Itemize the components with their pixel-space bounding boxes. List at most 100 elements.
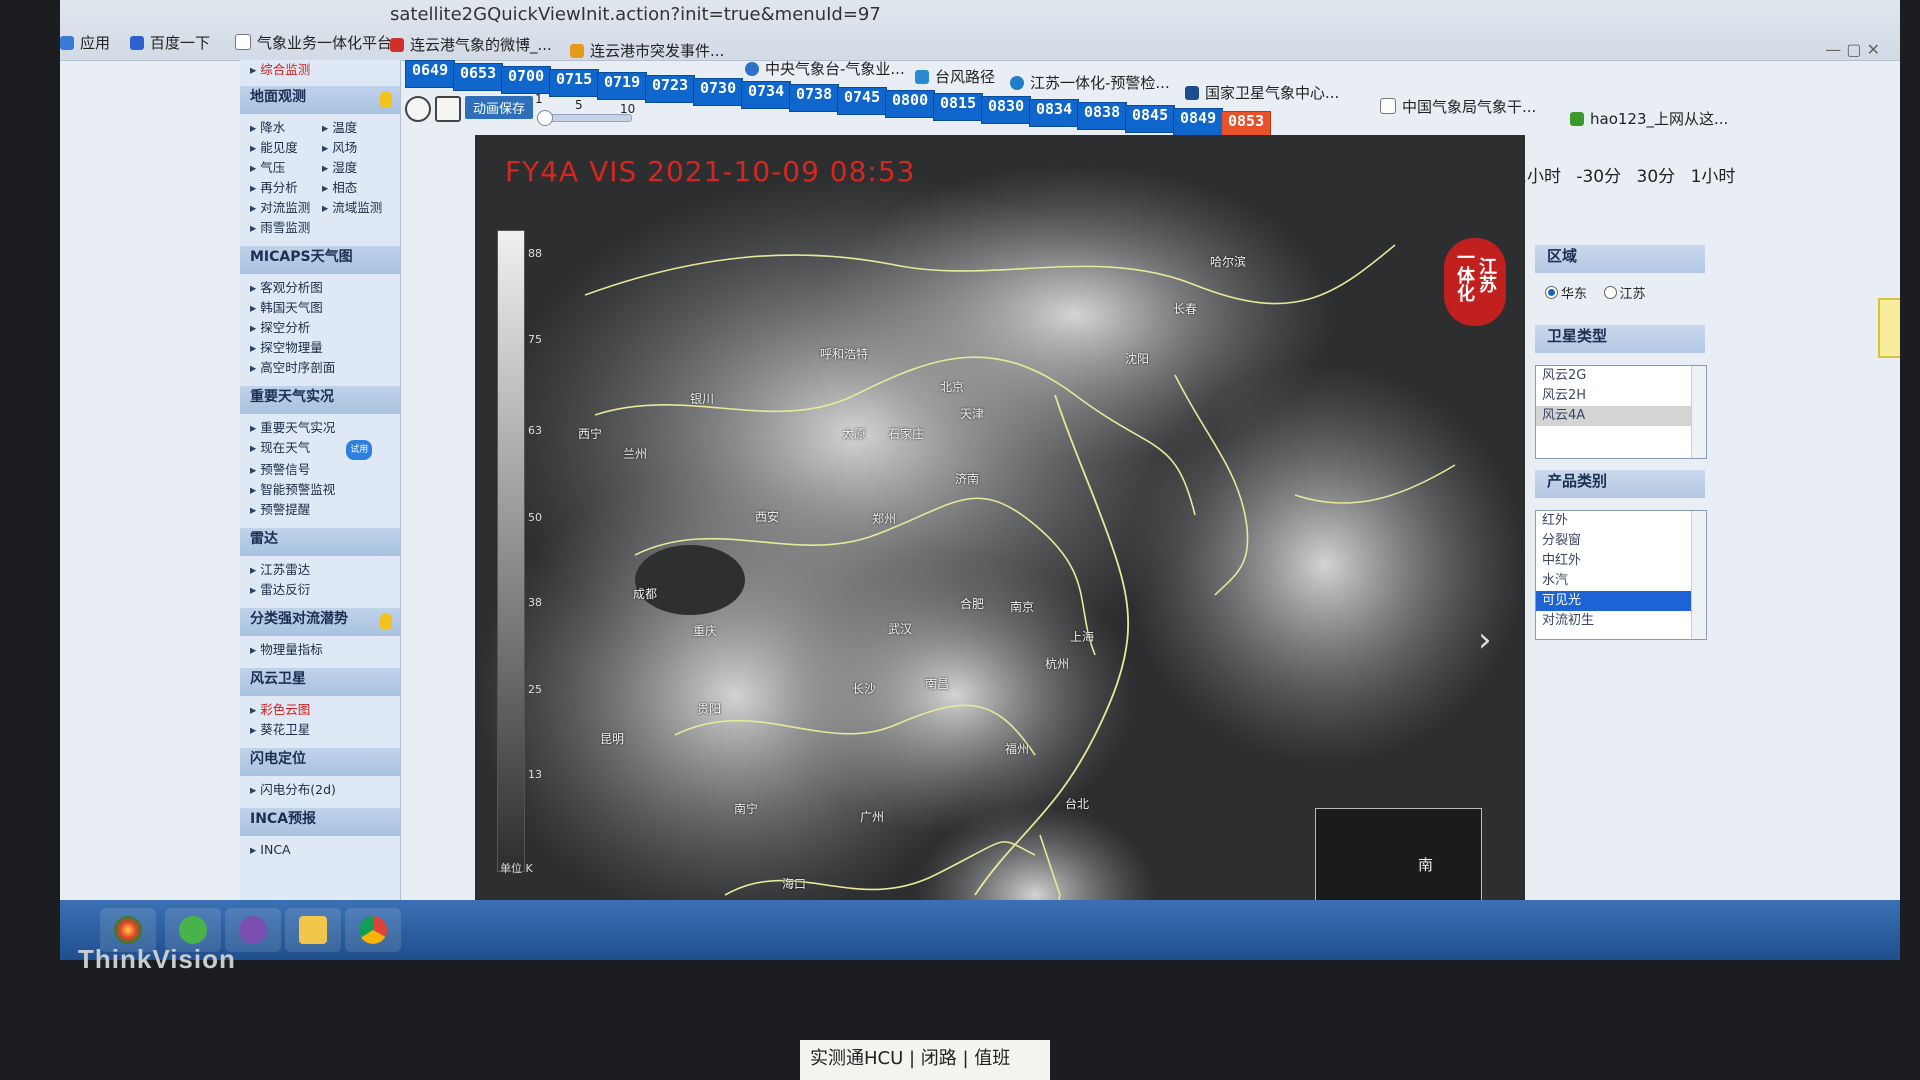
animation-controls: 动画保存 1 5 10 [405, 92, 735, 126]
bookmark-item[interactable]: 中国气象局气象干... [1380, 96, 1536, 117]
section-fy-satellite[interactable]: 风云卫星 [240, 668, 400, 696]
time-button[interactable]: 0830 [981, 96, 1032, 124]
colorbar-tick: 75 [528, 333, 542, 346]
taskbar-app[interactable] [285, 908, 341, 952]
city-label: 西安 [755, 510, 780, 524]
colorbar-tick: 63 [528, 424, 542, 437]
region-radio-jiangsu[interactable]: 江苏 [1603, 286, 1646, 302]
bookmark-item[interactable]: hao123_上网从这... [1570, 108, 1728, 129]
time-button-row: 0649 0653 0700 0715 0719 0723 0730 0734 0738 0745… [405, 60, 1900, 139]
sidebar-item[interactable]: 闪电分布(2d) [250, 780, 394, 800]
product-option[interactable]: 对流初生 [1536, 611, 1706, 631]
section-lightning[interactable]: 闪电定位 [240, 748, 400, 776]
save-icon[interactable] [435, 96, 461, 122]
bookmark-item[interactable]: 气象业务一体化平台 [235, 32, 392, 53]
inset-label: 南 [1418, 856, 1434, 874]
bookmark-item[interactable]: 应用 [60, 32, 110, 53]
range-link[interactable]: 1小时 [1691, 167, 1736, 187]
page-icon [235, 34, 251, 50]
region-radio-huadong[interactable]: 华东 [1545, 286, 1587, 302]
sidebar-item[interactable]: 风场 [322, 138, 394, 158]
next-image-arrow[interactable]: › [1478, 620, 1492, 660]
sidebar-item[interactable]: 温度 [322, 118, 394, 138]
product-option[interactable]: 红外 [1536, 511, 1706, 531]
sidebar-item[interactable]: 现在天气试用 [250, 438, 394, 460]
time-button[interactable]: 0745 [837, 87, 888, 115]
time-button[interactable]: 0738 [789, 84, 840, 112]
windows-logo-icon [114, 916, 142, 944]
sidebar-item-active[interactable]: 彩色云图 [250, 700, 394, 720]
range-link[interactable]: 30分 [1637, 167, 1676, 187]
browser-bookmarks-bar: satellite2GQuickViewInit.action?init=tru… [60, 0, 1900, 128]
scrollbar[interactable] [1691, 511, 1706, 639]
sidebar-item[interactable]: 客观分析图 [250, 278, 394, 298]
product-option-selected[interactable]: 可见光 [1536, 591, 1692, 611]
sidebar-item[interactable]: 葵花卫星 [250, 720, 394, 740]
page-icon [1380, 98, 1396, 114]
url-text[interactable]: satellite2GQuickViewInit.action?init=tru… [390, 4, 881, 25]
city-label: 天津 [960, 407, 985, 421]
satellite-option[interactable]: 风云2G [1536, 366, 1706, 386]
sidebar-item[interactable]: 对流监测 [250, 198, 322, 218]
city-label: 银川 [690, 392, 715, 406]
sidebar-item[interactable]: 湿度 [322, 158, 394, 178]
sidebar-item[interactable]: 雷达反衍 [250, 580, 394, 600]
sidebar-item[interactable]: 气压 [250, 158, 322, 178]
time-button[interactable]: 0734 [741, 81, 792, 109]
sidebar-item[interactable]: 物理量指标 [250, 640, 394, 660]
desktop-shortcut-icon[interactable] [1878, 298, 1900, 358]
time-button[interactable]: 0700 [501, 66, 552, 94]
sidebar-item[interactable]: 能见度 [250, 138, 322, 158]
product-listbox[interactable]: 红外 分裂窗 中红外 水汽 可见光 对流初生 [1535, 510, 1707, 640]
animation-save-button[interactable]: 动画保存 [465, 96, 534, 119]
scrollbar[interactable] [1691, 366, 1706, 458]
time-button[interactable]: 0838 [1077, 102, 1128, 130]
satellite-option[interactable]: 风云2H [1536, 386, 1706, 406]
bookmark-item[interactable]: 连云港市突发事件... [570, 40, 724, 61]
sidebar-item[interactable]: 雨雪监测 [250, 218, 322, 238]
sidebar-item[interactable]: 降水 [250, 118, 322, 138]
time-button[interactable]: 0834 [1029, 99, 1080, 127]
sidebar-item[interactable]: 探空物理量 [250, 338, 394, 358]
section-important-weather[interactable]: 重要天气实况 [240, 386, 400, 414]
time-button[interactable]: 0849 [1173, 108, 1224, 136]
sidebar-item[interactable]: 江苏雷达 [250, 560, 394, 580]
section-radar[interactable]: 雷达 [240, 528, 400, 556]
image-title: FY4A VIS 2021-10-09 08:53 [505, 155, 916, 188]
time-button[interactable]: 0649 [405, 60, 456, 88]
sidebar-item[interactable]: 预警提醒 [250, 500, 394, 520]
bookmark-item[interactable]: 连云港气象的微博_... [390, 34, 552, 55]
taskbar-app[interactable] [345, 908, 401, 952]
satellite-option-selected[interactable]: 风云4A [1536, 406, 1692, 426]
sidebar-item[interactable]: 智能预警监视 [250, 480, 394, 500]
play-icon[interactable] [405, 96, 431, 122]
section-inca[interactable]: INCA预报 [240, 808, 400, 836]
section-surface-obs[interactable]: 地面观测 [240, 86, 400, 114]
range-link[interactable]: -30分 [1576, 167, 1621, 187]
satellite-listbox[interactable]: 风云2G 风云2H 风云4A [1535, 365, 1707, 459]
sidebar-item[interactable]: 再分析 [250, 178, 322, 198]
time-button[interactable]: 0653 [453, 63, 504, 91]
section-convection[interactable]: 分类强对流潜势 [240, 608, 400, 636]
city-label: 南昌 [925, 677, 950, 691]
product-option[interactable]: 中红外 [1536, 551, 1706, 571]
slider-knob[interactable] [537, 110, 553, 126]
sidebar-item[interactable]: 流域监测 [322, 198, 394, 218]
bookmark-item[interactable]: 百度一下 [130, 32, 210, 53]
sidebar-item[interactable]: 相态 [322, 178, 394, 198]
time-button[interactable]: 0800 [885, 90, 936, 118]
sidebar-item[interactable]: 韩国天气图 [250, 298, 394, 318]
product-option[interactable]: 水汽 [1536, 571, 1706, 591]
window-controls[interactable]: — ▢ ✕ [1825, 40, 1880, 59]
sidebar-item[interactable]: 探空分析 [250, 318, 394, 338]
sidebar-item[interactable]: INCA [250, 840, 394, 860]
section-micaps[interactable]: MICAPS天气图 [240, 246, 400, 274]
time-button[interactable]: 0815 [933, 93, 984, 121]
sidebar-item[interactable]: 重要天气实况 [250, 418, 394, 438]
sidebar-item[interactable]: 预警信号 [250, 460, 394, 480]
sidebar-item[interactable]: 高空时序剖面 [250, 358, 394, 378]
speed-slider[interactable] [537, 110, 632, 126]
product-option[interactable]: 分裂窗 [1536, 531, 1706, 551]
sidebar-partial-item[interactable]: 综合监测 [240, 60, 400, 80]
time-button[interactable]: 0845 [1125, 105, 1176, 133]
